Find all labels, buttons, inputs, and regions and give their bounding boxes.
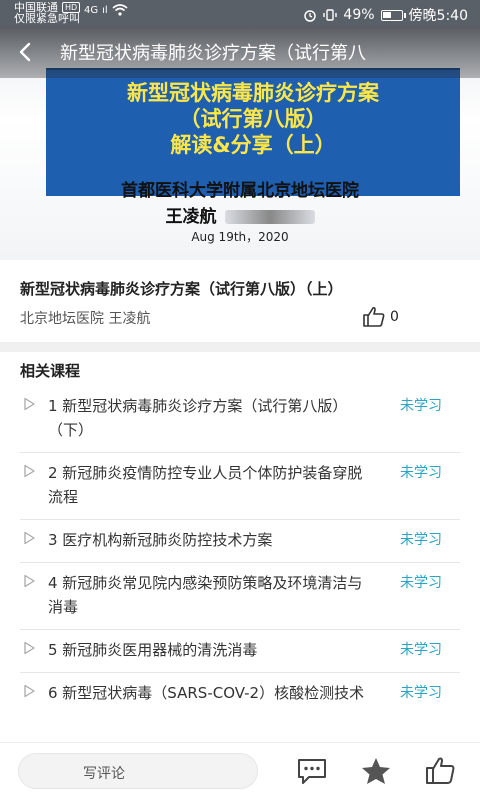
list-item[interactable]: 5 新冠肺炎医用器械的清洗消毒 未学习 [20, 630, 460, 673]
study-status: 未学习 [400, 532, 442, 548]
thumbs-up-icon [363, 306, 385, 327]
slide-date: Aug 19th，2020 [191, 230, 289, 244]
comment-placeholder: 写评论 [83, 766, 125, 782]
slide-line: （试行第八版） [179, 107, 327, 131]
play-icon [24, 684, 35, 698]
item-title: 1 新型冠状病毒肺炎诊疗方案（试行第八版）（下） [48, 397, 348, 439]
list-item[interactable]: 6 新型冠状病毒（SARS-COV-2）核酸检测技术 未学习 [20, 673, 460, 715]
slide-speaker: 王凌航 [0, 202, 480, 227]
list-item[interactable]: 2 新冠肺炎疫情防控专业人员个体防护装备穿脱流程 未学习 [20, 453, 460, 520]
play-icon [24, 574, 35, 588]
study-status: 未学习 [400, 642, 442, 658]
signal-icon: ıl [102, 4, 108, 16]
blurred-text [224, 210, 315, 224]
comment-icon[interactable] [296, 756, 328, 786]
item-title: 3 医疗机构新冠肺炎防控技术方案 [48, 531, 273, 549]
video-player[interactable]: 新型冠状病毒肺炎诊疗方案 （试行第八版） 解读&分享（上） 首都医科大学附属北京… [0, 26, 480, 260]
emergency-text: 仅限紧急呼叫 [14, 12, 80, 25]
battery-fill [382, 11, 391, 18]
list-item[interactable]: 4 新冠肺炎常见院内感染预防策略及环境清洁与消毒 未学习 [20, 563, 460, 630]
like-count: 0 [390, 309, 399, 325]
slide-line: 新型冠状病毒肺炎诊疗方案 [127, 81, 379, 105]
study-status: 未学习 [400, 465, 442, 481]
battery-icon [380, 9, 406, 21]
play-icon [24, 464, 35, 478]
status-bar: 中国联通 HD 仅限紧急呼叫 4G ıl 49% 傍晚5:40 [0, 0, 480, 26]
clock: 傍晚5:40 [408, 8, 468, 24]
course-info: 新型冠状病毒肺炎诊疗方案（试行第八版）（上） 北京地坛医院 王凌航 0 [0, 260, 480, 342]
list-item[interactable]: 3 医疗机构新冠肺炎防控技术方案 未学习 [20, 520, 460, 563]
study-status: 未学习 [400, 685, 442, 701]
course-title: 新型冠状病毒肺炎诊疗方案（试行第八版）（上） [20, 280, 343, 298]
speaker-name: 王凌航 [165, 207, 217, 227]
status-carrier-block: 中国联通 HD 仅限紧急呼叫 [14, 2, 81, 25]
section-divider [0, 342, 480, 352]
slide-host: 首都医科大学附属北京地坛医院 [121, 181, 359, 201]
video-title-bar: 新型冠状病毒肺炎诊疗方案（试行第八 [0, 26, 480, 78]
item-title: 5 新冠肺炎医用器械的清洗消毒 [48, 641, 258, 659]
like-button[interactable]: 0 [362, 306, 399, 328]
item-title: 4 新冠肺炎常见院内感染预防策略及环境清洁与消毒 [48, 574, 363, 616]
study-status: 未学习 [400, 398, 442, 414]
alarm-icon [304, 10, 317, 22]
item-title: 2 新冠肺炎疫情防控专业人员个体防护装备穿脱流程 [48, 464, 363, 506]
status-right: 49% 傍晚5:40 [303, 5, 468, 25]
wifi-icon [112, 4, 128, 16]
course-author: 北京地坛医院 王凌航 [20, 311, 151, 327]
thumbs-up-icon[interactable] [424, 756, 456, 786]
back-arrow-icon[interactable] [14, 40, 38, 64]
slide-line: 解读&分享（上） [170, 133, 336, 157]
star-icon[interactable] [360, 756, 392, 786]
play-icon [24, 531, 35, 545]
video-title: 新型冠状病毒肺炎诊疗方案（试行第八 [60, 43, 366, 64]
item-title: 6 新型冠状病毒（SARS-COV-2）核酸检测技术 [48, 684, 365, 702]
study-status: 未学习 [400, 575, 442, 591]
list-item[interactable]: 1 新型冠状病毒肺炎诊疗方案（试行第八版）（下） 未学习 [20, 386, 460, 453]
network-indicators: 4G ıl [84, 4, 128, 16]
battery-percent: 49% [343, 7, 375, 23]
bottom-action-bar: 写评论 [0, 742, 480, 800]
vibrate-icon [323, 9, 338, 21]
related-heading: 相关课程 [20, 362, 81, 380]
play-icon [24, 397, 35, 411]
related-list: 1 新型冠状病毒肺炎诊疗方案（试行第八版）（下） 未学习 2 新冠肺炎疫情防控专… [20, 386, 460, 715]
comment-input[interactable]: 写评论 [18, 753, 258, 789]
play-icon [24, 641, 35, 655]
network-type: 4G [84, 4, 99, 16]
